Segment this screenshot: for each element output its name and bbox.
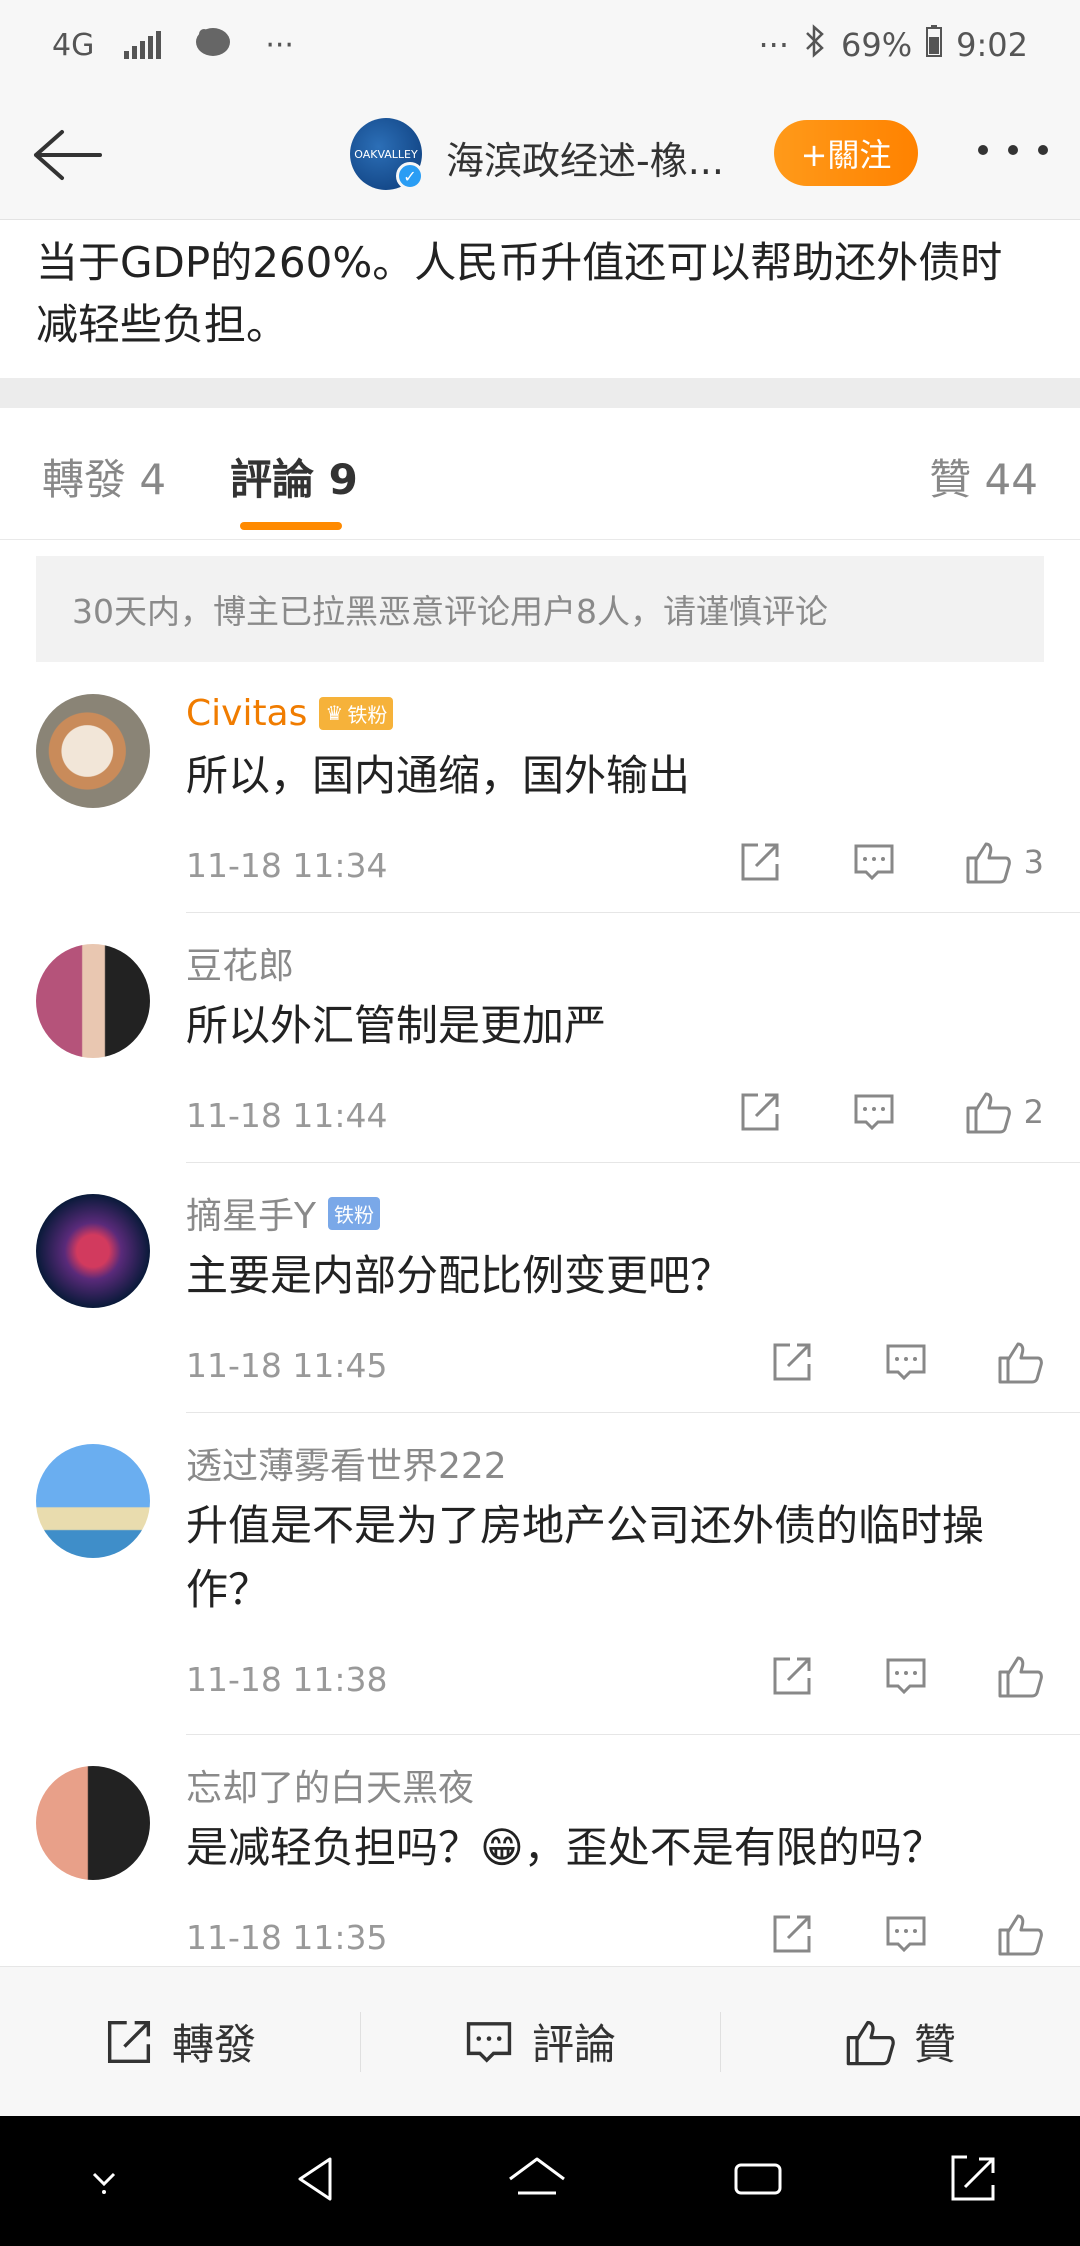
verified-icon: ✓ xyxy=(396,162,424,190)
reply-icon[interactable] xyxy=(850,1088,898,1136)
share-icon[interactable] xyxy=(768,1910,816,1958)
back-arrow-icon xyxy=(34,130,102,180)
fan-badge: ♛ 铁粉 xyxy=(319,696,394,730)
clock: 9:02 xyxy=(956,26,1028,64)
comment-time: 11-18 11:38 xyxy=(186,1660,388,1699)
comment-text: 所以外汇管制是更加严 xyxy=(186,1001,607,1050)
like-icon[interactable] xyxy=(996,1910,1044,1958)
reply-icon[interactable] xyxy=(882,1652,930,1700)
expand-icon[interactable] xyxy=(945,2151,1001,2211)
comment-time: 11-18 11:45 xyxy=(186,1346,388,1385)
follow-button[interactable]: +關注 xyxy=(774,120,918,186)
bluetooth-icon xyxy=(803,24,827,66)
reply-icon[interactable] xyxy=(882,1910,930,1958)
avatar[interactable] xyxy=(36,694,150,808)
active-tab-indicator xyxy=(240,522,342,530)
like-icon[interactable] xyxy=(996,1652,1044,1700)
comment-text: 所以，国内通缩，国外输出 xyxy=(186,751,691,800)
comment-divider xyxy=(186,912,1080,913)
avatar-logo-text: OAKVALLEY xyxy=(354,147,418,161)
network-type: 4G xyxy=(52,27,95,63)
repost-button[interactable]: 轉發 xyxy=(0,1967,360,2116)
repost-label: 轉發 xyxy=(171,2020,256,2069)
like-label: 贊 xyxy=(913,2020,956,2069)
like-icon[interactable] xyxy=(996,1338,1044,1386)
reply-icon[interactable] xyxy=(850,838,898,886)
top-nav-bar: OAKVALLEY ✓ 海滨政经述-橡... +關注 xyxy=(0,90,1080,220)
back-nav-icon[interactable] xyxy=(286,2149,346,2213)
like-icon[interactable] xyxy=(964,1088,1012,1136)
fan-badge: 铁粉 xyxy=(328,1196,380,1230)
comment-text: 是减轻负担吗？😁，歪处不是有限的吗？ xyxy=(186,1823,944,1872)
avatar[interactable] xyxy=(36,1444,150,1558)
comment-time: 11-18 11:34 xyxy=(186,846,388,885)
comment-divider xyxy=(186,1734,1080,1735)
more-notifications: ··· xyxy=(265,27,294,63)
battery-percent: 69% xyxy=(841,26,913,64)
bottom-action-bar: 轉發 評論 贊 xyxy=(0,1966,1080,2116)
more-status: ··· xyxy=(758,26,790,64)
like-icon xyxy=(846,2020,895,2065)
author-name[interactable]: 海滨政经述-橡... xyxy=(446,130,724,185)
system-nav-bar xyxy=(0,2116,1080,2246)
like-button[interactable]: 贊 xyxy=(720,1967,1080,2116)
section-divider xyxy=(0,378,1080,408)
comment-icon xyxy=(466,2021,512,2063)
battery-icon xyxy=(926,25,943,65)
comment-divider xyxy=(186,1412,1080,1413)
comment-notice: 30天内，博主已拉黑恶意评论用户8人，请谨慎评论 xyxy=(36,556,1044,662)
reply-icon[interactable] xyxy=(882,1338,930,1386)
crown-icon: ♛ xyxy=(325,701,344,725)
commenter-name[interactable]: 摘星手Y 铁粉 xyxy=(186,1190,1044,1237)
comment-button[interactable]: 評論 xyxy=(360,1967,720,2116)
home-icon[interactable] xyxy=(504,2149,570,2213)
avatar[interactable] xyxy=(36,1194,150,1308)
avatar[interactable] xyxy=(36,1766,150,1880)
like-count: 2 xyxy=(1023,1093,1044,1131)
tab-comments[interactable]: 評論 9 xyxy=(230,446,358,507)
avatar[interactable] xyxy=(36,944,150,1058)
like-count: 3 xyxy=(1023,843,1044,881)
back-button[interactable] xyxy=(28,120,108,190)
recent-apps-icon[interactable] xyxy=(728,2149,788,2213)
commenter-name[interactable]: 忘却了的白天黑夜 xyxy=(186,1762,1044,1809)
share-icon[interactable] xyxy=(736,1088,784,1136)
commenter-name[interactable]: 透过薄雾看世界222 xyxy=(186,1440,1044,1487)
like-icon[interactable] xyxy=(964,838,1012,886)
comment-divider xyxy=(186,1162,1080,1163)
commenter-name[interactable]: Civitas ♛ 铁粉 xyxy=(186,690,1044,736)
interaction-tabs: 轉發 4 評論 9 贊 44 xyxy=(0,408,1080,540)
comment-time: 11-18 11:35 xyxy=(186,1918,388,1957)
share-icon[interactable] xyxy=(736,838,784,886)
comment-text: 升值是不是为了房地产公司还外债的临时操作？ xyxy=(186,1501,985,1614)
comment-text: 主要是内部分配比例变更吧？ xyxy=(186,1251,733,1300)
tab-likes[interactable]: 贊 44 xyxy=(929,446,1038,507)
share-icon[interactable] xyxy=(768,1338,816,1386)
status-bar: 4G ··· ··· 69% 9:02 xyxy=(0,0,1080,90)
signal-icon xyxy=(124,31,162,59)
more-options-button[interactable] xyxy=(978,130,1048,170)
post-content: 当于GDP的260%。人民币升值还可以帮助还外债时减轻些负担。 xyxy=(0,220,1080,378)
hide-keyboard-icon[interactable] xyxy=(79,2154,129,2208)
share-icon[interactable] xyxy=(768,1652,816,1700)
commenter-name[interactable]: 豆花郎 xyxy=(186,940,1044,987)
app-notification-icon xyxy=(191,23,235,67)
comment-time: 11-18 11:44 xyxy=(186,1096,388,1135)
tab-reposts[interactable]: 轉發 4 xyxy=(42,446,166,507)
share-icon xyxy=(107,2020,151,2063)
comment-label: 評論 xyxy=(531,2020,616,2069)
